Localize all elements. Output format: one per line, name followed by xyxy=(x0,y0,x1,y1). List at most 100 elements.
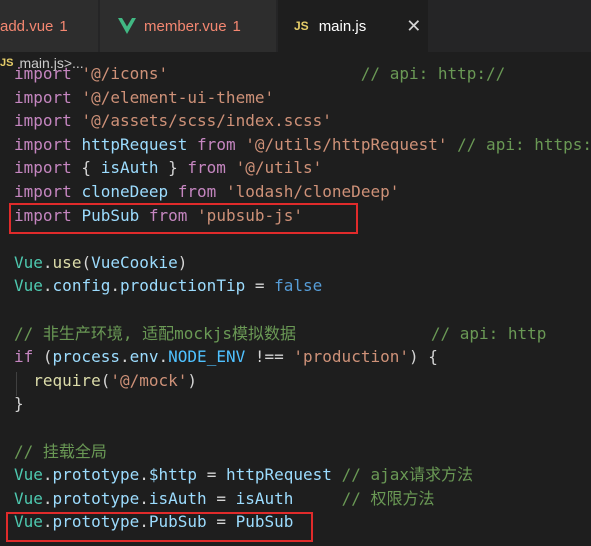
code-token: // 权限方法 xyxy=(341,488,435,508)
code-token: . xyxy=(42,465,53,485)
code-line[interactable]: if (process.env.NODE_ENV !== 'production… xyxy=(14,345,438,369)
code-token: Vue xyxy=(14,465,43,485)
highlight-box-prototype-pubsub xyxy=(6,512,313,542)
code-token: = xyxy=(206,488,236,508)
code-token: '@/icons' xyxy=(81,64,169,83)
code-token: httpRequest xyxy=(225,465,332,485)
code-line[interactable]: // 挂载全局 xyxy=(14,440,107,464)
code-token: 'lodash/cloneDeep' xyxy=(225,182,400,201)
code-token: from xyxy=(187,158,226,178)
code-token: isAuth xyxy=(148,488,207,508)
code-token: . xyxy=(119,347,130,367)
code-token: ) { xyxy=(408,347,438,367)
code-token: cloneDeep xyxy=(81,182,169,201)
error-count-badge: 1 xyxy=(232,17,241,35)
code-token: config xyxy=(52,276,111,296)
code-token: ) xyxy=(177,252,188,272)
code-token: . xyxy=(110,276,120,296)
code-line[interactable]: Vue.config.productionTip = false xyxy=(14,274,322,298)
code-token: import xyxy=(14,64,72,83)
code-token: ) xyxy=(187,370,198,390)
code-token: // api: http xyxy=(430,323,547,343)
code-token: prototype xyxy=(52,488,140,508)
js-icon: JS xyxy=(0,57,14,69)
code-line[interactable]: import '@/assets/scss/index.scss' xyxy=(14,109,332,133)
code-token: Vue xyxy=(14,276,43,296)
code-line[interactable]: Vue.use(VueCookie) xyxy=(14,251,187,275)
code-line[interactable]: // 非生产环境, 适配mockjs模拟数据 // api: http xyxy=(14,322,546,346)
error-count-badge: 1 xyxy=(59,17,68,35)
code-token: // ajax请求方法 xyxy=(341,465,474,485)
tab-label: add.vue xyxy=(0,17,54,35)
code-token: ( xyxy=(81,252,92,272)
close-icon[interactable]: ✕ xyxy=(406,16,421,37)
code-token: Vue xyxy=(14,488,43,508)
code-token: ( xyxy=(100,370,111,390)
vue-icon xyxy=(118,18,136,34)
code-token: // api: https: xyxy=(457,134,591,154)
code-line[interactable]: import '@/element-ui-theme' xyxy=(14,86,274,110)
code-token: = xyxy=(245,276,275,296)
tab-main-js[interactable]: JS main.js ✕ xyxy=(278,0,428,52)
code-token: import xyxy=(14,87,72,107)
code-token: import xyxy=(14,134,72,154)
code-line[interactable]: import { isAuth } from '@/utils' xyxy=(14,156,322,180)
code-token: isAuth xyxy=(235,488,294,508)
highlight-box-import-pubsub xyxy=(9,203,358,234)
tab-member-vue[interactable]: member.vue 1 xyxy=(100,0,276,52)
code-token: !== xyxy=(245,347,294,367)
tab-label: member.vue xyxy=(144,17,227,35)
code-token: '@/element-ui-theme' xyxy=(81,87,275,107)
code-token: ( xyxy=(33,347,53,367)
code-token: import xyxy=(14,111,72,131)
editor-tab-bar: add.vue 1 member.vue 1 JS main.js ✕ xyxy=(0,0,591,52)
code-token: '@/utils/httpRequest' xyxy=(245,134,448,154)
code-line[interactable]: require('@/mock') xyxy=(14,369,197,393)
code-token: . xyxy=(42,252,53,272)
code-token: prototype xyxy=(52,465,140,485)
code-line[interactable]: Vue.prototype.isAuth = isAuth // 权限方法 xyxy=(14,487,434,511)
code-token: env xyxy=(129,347,159,367)
code-token: = xyxy=(197,465,226,485)
code-token: isAuth xyxy=(100,158,159,178)
code-token: } xyxy=(158,158,188,178)
code-token: import xyxy=(14,158,72,178)
code-token: import xyxy=(14,182,72,201)
code-token: { xyxy=(71,158,101,178)
code-token: httpRequest xyxy=(81,134,188,154)
code-line[interactable]: Vue.prototype.$http = httpRequest // aja… xyxy=(14,463,473,487)
code-token: Vue xyxy=(14,252,43,272)
code-token: NODE_ENV xyxy=(168,347,246,367)
tab-add-vue[interactable]: add.vue 1 xyxy=(0,0,98,52)
code-line[interactable]: import cloneDeep from 'lodash/cloneDeep' xyxy=(14,180,399,204)
code-token: } xyxy=(14,394,24,414)
code-token: . xyxy=(158,347,169,367)
code-token: false xyxy=(274,276,323,296)
indent-guide xyxy=(16,372,17,396)
code-token: $http xyxy=(148,465,198,485)
code-line[interactable]: import httpRequest from '@/utils/httpReq… xyxy=(14,133,591,157)
code-token: VueCookie xyxy=(91,252,178,272)
js-icon: JS xyxy=(294,19,309,33)
code-line[interactable]: import '@/icons' // api: http:// xyxy=(14,62,505,86)
code-token: // 挂载全局 xyxy=(14,441,107,461)
code-token: 'production' xyxy=(293,347,409,367)
code-token: . xyxy=(42,276,53,296)
code-token: if xyxy=(14,347,34,367)
code-token: process xyxy=(52,347,120,367)
code-token: from xyxy=(197,134,236,154)
